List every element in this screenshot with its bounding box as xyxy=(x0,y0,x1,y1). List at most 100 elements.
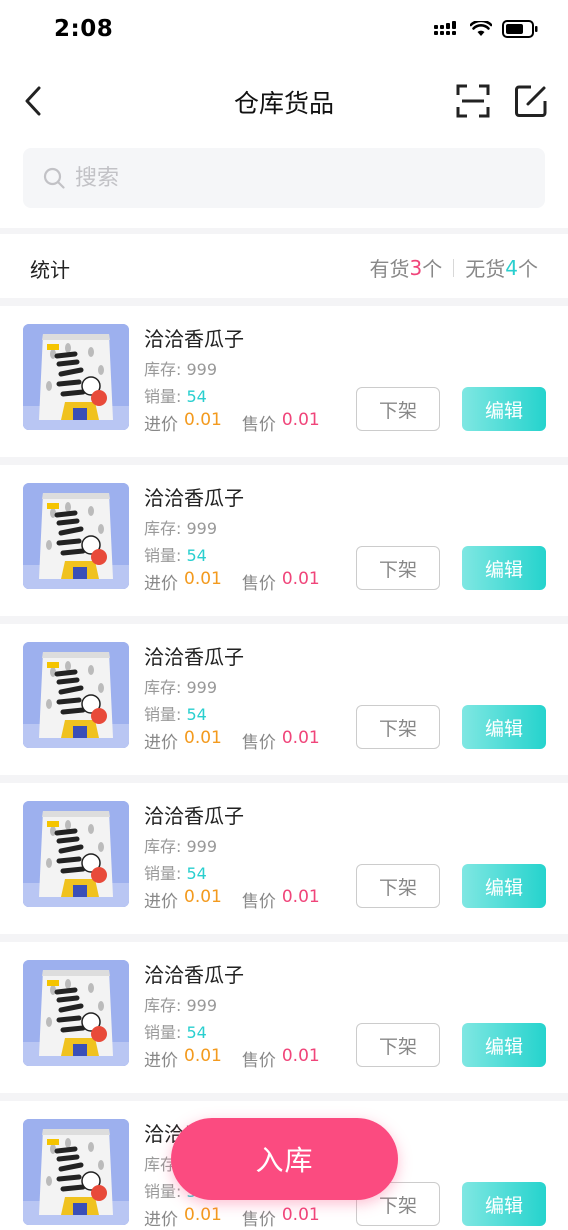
stock-value: 999 xyxy=(186,837,218,856)
sales-label: 销量: xyxy=(144,864,187,883)
product-prices: 进价 0.01 售价 0.01 xyxy=(144,1205,320,1230)
sales-value: 54 xyxy=(186,1023,207,1042)
product-image xyxy=(23,960,129,1066)
sales-value: 54 xyxy=(186,387,207,406)
product-card[interactable]: 洽洽香瓜子 库存: 999 销量: 54 进价 0.01 售价 0.01 下架 … xyxy=(0,624,568,775)
stock-in-button[interactable]: 入库 xyxy=(171,1118,398,1200)
sales-label: 销量: xyxy=(144,546,187,565)
price-spacer xyxy=(228,1205,236,1230)
edit-product-button[interactable]: 编辑 xyxy=(462,864,546,908)
price-label: 售价 xyxy=(241,1210,276,1230)
scan-button[interactable] xyxy=(456,84,490,118)
search-box[interactable] xyxy=(23,148,545,208)
product-stock: 库存: 999 xyxy=(144,356,217,380)
edit-button[interactable] xyxy=(514,84,548,118)
edit-product-button[interactable]: 编辑 xyxy=(462,387,546,431)
stats-bar: 统计 有货 3 个 无货 4 个 xyxy=(0,234,568,298)
product-package-illustration xyxy=(23,1119,129,1225)
product-sales: 销量: 54 xyxy=(144,383,207,407)
cost-value: 0.01 xyxy=(184,887,222,907)
cost-value: 0.01 xyxy=(184,1046,222,1066)
stats-label: 统计 xyxy=(30,258,70,282)
in-stock-count: 3 xyxy=(409,255,423,280)
price-value: 0.01 xyxy=(281,728,320,748)
in-stock-unit: 个 xyxy=(422,257,443,281)
in-stock-label: 有货 xyxy=(369,257,410,281)
search-section xyxy=(0,140,568,228)
cost-label: 进价 xyxy=(144,415,178,435)
cost-value: 0.01 xyxy=(184,410,222,430)
delist-button[interactable]: 下架 xyxy=(356,387,440,431)
cost-label: 进价 xyxy=(144,733,178,753)
delist-button[interactable]: 下架 xyxy=(356,546,440,590)
battery-icon xyxy=(502,20,538,38)
product-prices: 进价 0.01 售价 0.01 xyxy=(144,569,320,594)
product-name: 洽洽香瓜子 xyxy=(144,327,244,351)
edit-product-button[interactable]: 编辑 xyxy=(462,546,546,590)
signal-icon xyxy=(434,21,456,35)
cost-label: 进价 xyxy=(144,892,178,912)
cost-value: 0.01 xyxy=(184,569,222,589)
sales-label: 销量: xyxy=(144,705,187,724)
stock-value: 999 xyxy=(186,996,218,1015)
status-bar: 2:08 xyxy=(0,0,568,62)
out-stock-label: 无货 xyxy=(465,257,506,281)
price-spacer xyxy=(228,1046,236,1071)
delist-button[interactable]: 下架 xyxy=(356,1023,440,1067)
product-name: 洽洽香瓜子 xyxy=(144,645,244,669)
stock-label: 库存: xyxy=(144,678,187,697)
stats-summary: 有货 3 个 无货 4 个 xyxy=(370,253,538,282)
cost-label: 进价 xyxy=(144,574,178,594)
cost-value: 0.01 xyxy=(184,1205,222,1225)
product-package-illustration xyxy=(23,801,129,907)
product-card[interactable]: 洽洽香瓜子 库存: 999 销量: 54 进价 0.01 售价 0.01 下架 … xyxy=(0,942,568,1093)
product-package-illustration xyxy=(23,324,129,430)
product-prices: 进价 0.01 售价 0.01 xyxy=(144,410,320,435)
price-label: 售价 xyxy=(241,892,276,912)
product-package-illustration xyxy=(23,642,129,748)
product-prices: 进价 0.01 售价 0.01 xyxy=(144,887,320,912)
product-sales: 销量: 54 xyxy=(144,542,207,566)
edit-product-button[interactable]: 编辑 xyxy=(462,1182,546,1226)
warehouse-goods-page: 2:08 仓库货品 搜索 统计 有货 3 个 无货 4 个 洽洽香瓜子 库存: … xyxy=(0,0,568,1230)
out-stock-unit: 个 xyxy=(518,257,538,281)
product-sales: 销量: 54 xyxy=(144,860,207,884)
status-icons xyxy=(434,20,538,38)
nav-bar: 仓库货品 xyxy=(0,62,568,140)
product-image xyxy=(23,642,129,748)
sales-label: 销量: xyxy=(144,387,187,406)
edit-product-button[interactable]: 编辑 xyxy=(462,705,546,749)
product-name: 洽洽香瓜子 xyxy=(144,804,244,828)
delist-button[interactable]: 下架 xyxy=(356,705,440,749)
price-label: 售价 xyxy=(241,415,276,435)
stock-label: 库存: xyxy=(144,837,187,856)
edit-product-button[interactable]: 编辑 xyxy=(462,1023,546,1067)
price-value: 0.01 xyxy=(281,887,320,907)
product-image xyxy=(23,1119,129,1225)
product-image xyxy=(23,483,129,589)
stock-value: 999 xyxy=(186,678,218,697)
price-spacer xyxy=(228,410,236,435)
product-card[interactable]: 洽洽香瓜子 库存: 999 销量: 54 进价 0.01 售价 0.01 下架 … xyxy=(0,783,568,934)
cost-label: 进价 xyxy=(144,1210,178,1230)
price-value: 0.01 xyxy=(281,1046,320,1066)
product-name: 洽洽香瓜子 xyxy=(144,963,244,987)
product-name: 洽洽香瓜子 xyxy=(144,486,244,510)
stock-label: 库存: xyxy=(144,360,187,379)
product-image xyxy=(23,801,129,907)
product-stock: 库存: 999 xyxy=(144,992,217,1016)
price-value: 0.01 xyxy=(281,1205,320,1225)
out-stock-count: 4 xyxy=(505,255,518,280)
stats-divider xyxy=(453,258,455,277)
price-label: 售价 xyxy=(241,1051,276,1071)
search-input[interactable] xyxy=(75,165,475,191)
product-sales: 销量: 54 xyxy=(144,1019,207,1043)
stock-value: 999 xyxy=(186,360,218,379)
product-card[interactable]: 洽洽香瓜子 库存: 999 销量: 54 进价 0.01 售价 0.01 下架 … xyxy=(0,465,568,616)
product-card[interactable]: 洽洽香瓜子 库存: 999 销量: 54 进价 0.01 售价 0.01 下架 … xyxy=(0,306,568,457)
sales-value: 54 xyxy=(186,546,207,565)
product-list: 洽洽香瓜子 库存: 999 销量: 54 进价 0.01 售价 0.01 下架 … xyxy=(0,306,568,1230)
delist-button[interactable]: 下架 xyxy=(356,864,440,908)
product-image xyxy=(23,324,129,430)
product-stock: 库存: 999 xyxy=(144,515,217,539)
